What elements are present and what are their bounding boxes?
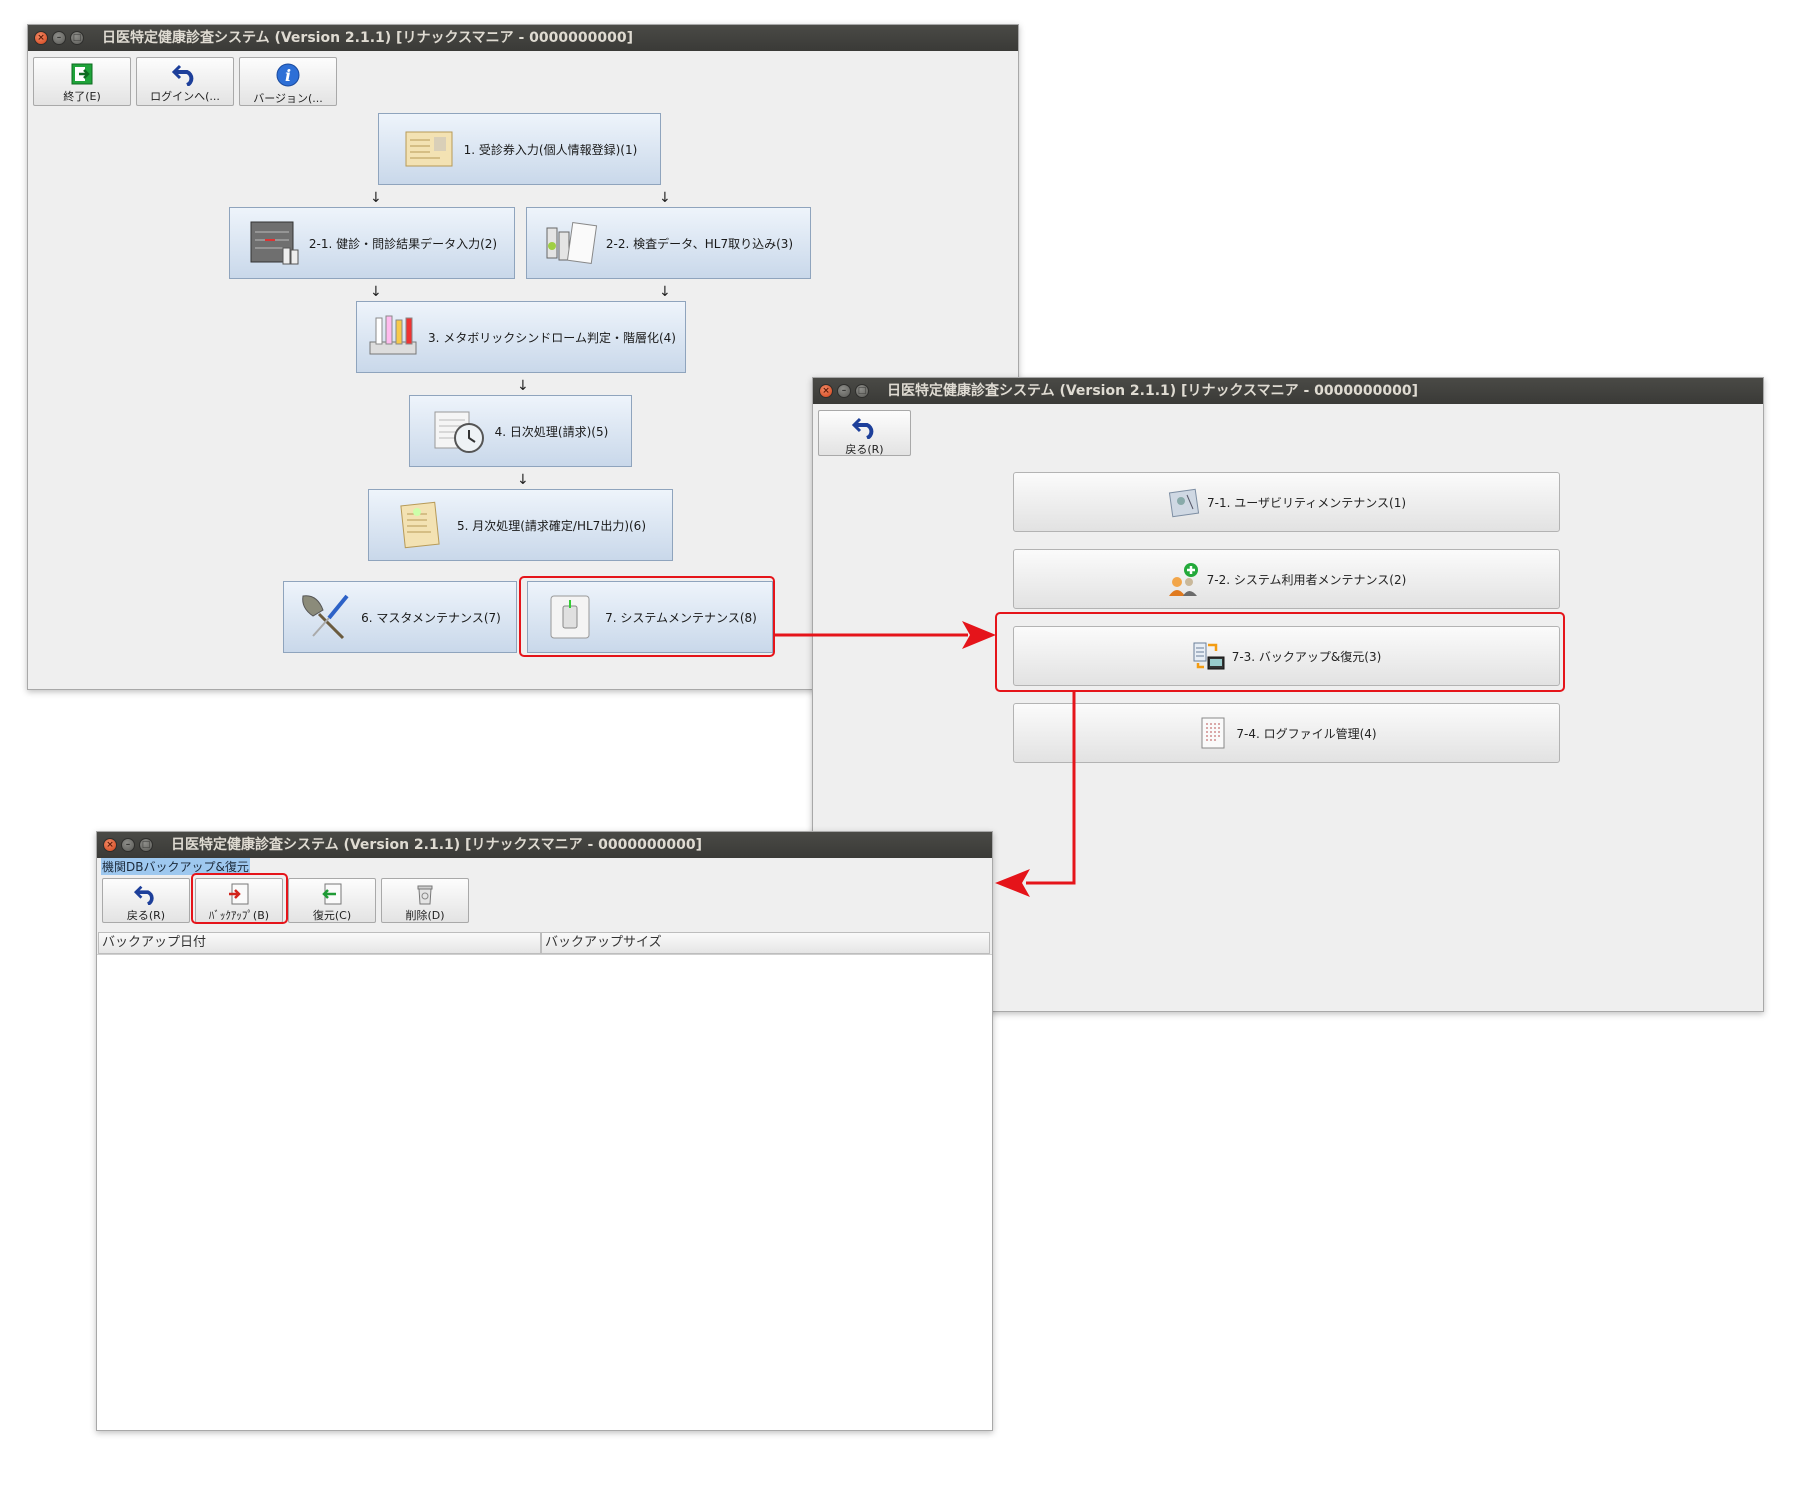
maximize-window-icon[interactable]: □ — [855, 384, 869, 398]
flow-label-2-1: 2-1. 健診・問診結果データ入力(2) — [308, 236, 498, 251]
highlight-backup-button — [191, 873, 288, 924]
test-tube-icon — [369, 315, 417, 355]
title-bar: × – □ 日医特定健康診査システム (Version 2.1.1) [リナックスマ… — [97, 832, 992, 858]
svg-text:i: i — [285, 66, 291, 85]
minimize-window-icon[interactable]: – — [837, 384, 851, 398]
log-file-management-button[interactable]: 7-4. ログファイル管理(4) — [1013, 703, 1560, 763]
version-button-label: バージョン(... — [253, 92, 323, 105]
usability-maintenance-button[interactable]: 7-1. ユーザビリティメンテナンス(1) — [1013, 472, 1560, 532]
exit-button[interactable]: 終了(E) — [33, 57, 131, 106]
restore-icon — [322, 883, 342, 905]
back-arrow-icon — [171, 64, 194, 86]
back-button[interactable]: 戻る(R) — [818, 410, 911, 456]
flow-label-4: 4. 日次処理(請求)(5) — [494, 424, 609, 439]
back-button-label: 戻る(R) — [126, 909, 166, 922]
window-title: 日医特定健康診査システム (Version 2.1.1) [リナックスマニア -… — [887, 383, 1418, 399]
trash-icon — [417, 885, 433, 905]
maximize-window-icon[interactable]: □ — [70, 31, 84, 45]
log-file-management-label: 7-4. ログファイル管理(4) — [1236, 726, 1377, 741]
minimize-window-icon[interactable]: – — [121, 838, 135, 852]
flow-label-2-2: 2-2. 検査データ、HL7取り込み(3) — [605, 236, 794, 251]
back-arrow-icon — [133, 885, 154, 905]
ticket-icon — [405, 131, 453, 167]
highlight-system-maintenance — [519, 576, 775, 657]
restore-button-label: 復元(C) — [312, 909, 352, 922]
minimize-window-icon[interactable]: – — [52, 31, 66, 45]
maximize-window-icon[interactable]: □ — [139, 838, 153, 852]
exit-icon — [71, 63, 93, 85]
flow-arrow: ↓ — [370, 284, 382, 300]
title-bar: × – □ 日医特定健康診査システム (Version 2.1.1) [リナックスマ… — [813, 378, 1763, 404]
column-header-backup-date[interactable]: バックアップ日付 — [98, 932, 541, 954]
flow-arrow: ↓ — [659, 190, 671, 206]
title-bar: × – □ 日医特定健康診査システム (Version 2.1.1) [リナックスマ… — [28, 25, 1018, 51]
delete-button[interactable]: 削除(D) — [381, 878, 469, 923]
users-icon — [1168, 563, 1198, 596]
back-button-label: 戻る(R) — [845, 443, 884, 456]
log-file-icon — [1201, 717, 1225, 749]
column-header-backup-size[interactable]: バックアップサイズ — [541, 932, 990, 954]
lab-data-icon — [546, 221, 597, 265]
exit-button-label: 終了(E) — [63, 90, 101, 103]
flow-label-1: 1. 受診券入力(個人情報登録)(1) — [463, 142, 638, 157]
exam-data-icon — [250, 221, 299, 265]
flow-label-5: 5. 月次処理(請求確定/HL7出力)(6) — [456, 518, 646, 533]
restore-button[interactable]: 復元(C) — [288, 878, 376, 923]
window-title: 日医特定健康診査システム (Version 2.1.1) [リナックスマニア -… — [171, 837, 702, 853]
login-button-label: ログインへ(... — [150, 90, 220, 103]
close-window-icon[interactable]: × — [819, 384, 833, 398]
flow-label-3: 3. メタボリックシンドローム判定・階層化(4) — [428, 330, 676, 345]
flow-button-6-master[interactable]: 6. マスタメンテナンス(7) — [283, 581, 517, 653]
flow-button-2-1-exam-input[interactable]: 2-1. 健診・問診結果データ入力(2) — [229, 207, 515, 279]
tools-icon — [302, 594, 349, 640]
info-icon: i — [276, 63, 300, 87]
flow-button-4-daily[interactable]: 4. 日次処理(請求)(5) — [409, 395, 632, 467]
back-button[interactable]: 戻る(R) — [102, 878, 190, 923]
back-arrow-icon — [851, 417, 873, 439]
window-title: 日医特定健康診査システム (Version 2.1.1) [リナックスマニア -… — [102, 30, 633, 46]
flow-arrow: ↓ — [517, 472, 529, 488]
system-users-maintenance-label: 7-2. システム利用者メンテナンス(2) — [1206, 572, 1407, 587]
usability-maintenance-label: 7-1. ユーザビリティメンテナンス(1) — [1206, 495, 1407, 510]
highlight-backup-restore — [995, 612, 1565, 692]
ticket-icon — [400, 501, 440, 549]
flow-arrow: ↓ — [370, 190, 382, 206]
flow-button-1-ticket-input[interactable]: 1. 受診券入力(個人情報登録)(1) — [378, 113, 661, 185]
close-window-icon[interactable]: × — [34, 31, 48, 45]
flow-arrow: ↓ — [659, 284, 671, 300]
flow-arrow: ↓ — [517, 378, 529, 394]
flow-button-5-monthly[interactable]: 5. 月次処理(請求確定/HL7出力)(6) — [368, 489, 673, 561]
system-users-maintenance-button[interactable]: 7-2. システム利用者メンテナンス(2) — [1013, 549, 1560, 609]
backup-list[interactable] — [97, 954, 992, 1430]
usability-icon — [1168, 488, 1200, 518]
login-button[interactable]: ログインへ(... — [136, 57, 234, 106]
version-button[interactable]: i バージョン(... — [239, 57, 337, 106]
flow-button-3-metabolic[interactable]: 3. メタボリックシンドローム判定・階層化(4) — [356, 301, 686, 373]
clock-document-icon — [434, 411, 484, 453]
delete-button-label: 削除(D) — [405, 909, 445, 922]
flow-button-2-2-hl7-import[interactable]: 2-2. 検査データ、HL7取り込み(3) — [526, 207, 811, 279]
close-window-icon[interactable]: × — [103, 838, 117, 852]
flow-label-6: 6. マスタメンテナンス(7) — [361, 610, 501, 625]
